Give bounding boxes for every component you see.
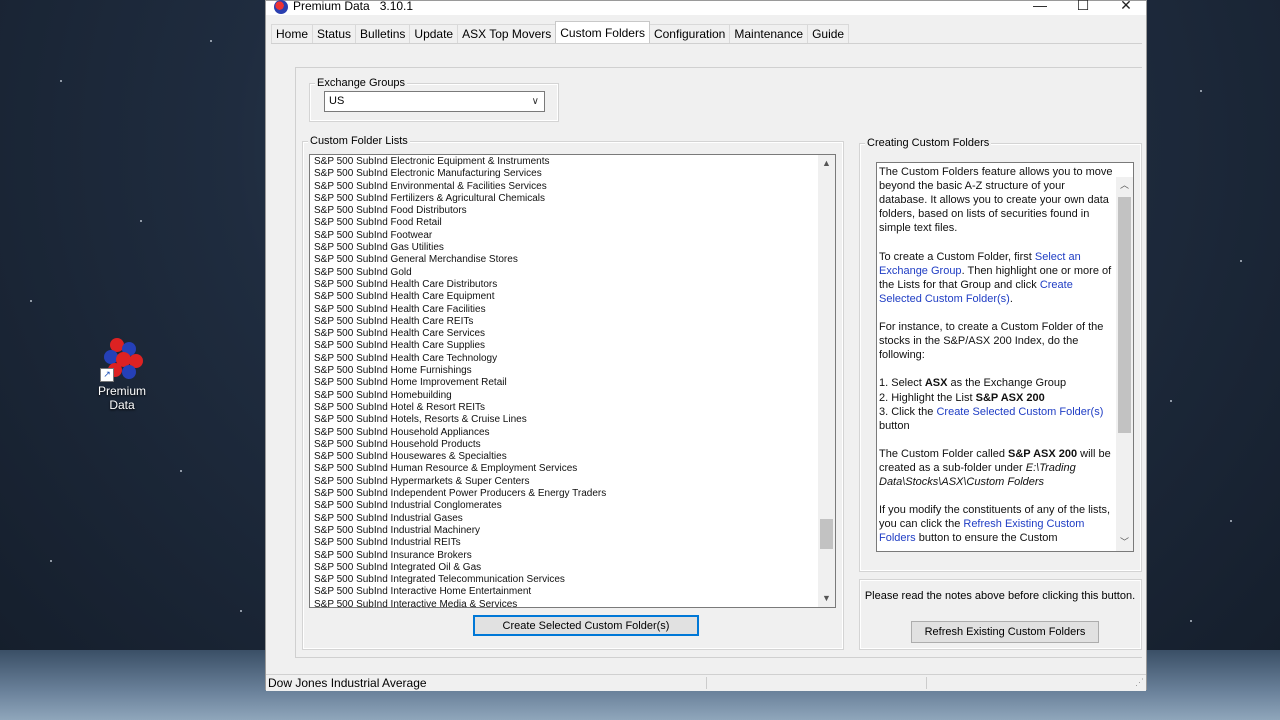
list-item[interactable]: S&P 500 SubInd Insurance Brokers bbox=[314, 550, 606, 562]
title-bar[interactable]: Premium Data 3.10.1 — ☐ ✕ bbox=[266, 0, 1148, 15]
tab-status[interactable]: Status bbox=[312, 24, 357, 43]
refresh-existing-custom-folders-button[interactable]: Refresh Existing Custom Folders bbox=[911, 621, 1099, 643]
refresh-hint-text: Please read the notes above before click… bbox=[864, 590, 1136, 602]
create-selected-custom-folders-button[interactable]: Create Selected Custom Folder(s) bbox=[473, 615, 699, 636]
list-item[interactable]: S&P 500 SubInd Food Distributors bbox=[314, 205, 606, 217]
list-item[interactable]: S&P 500 SubInd Health Care Services bbox=[314, 328, 606, 340]
content-divider bbox=[295, 67, 296, 657]
list-item[interactable]: S&P 500 SubInd Hypermarkets & Super Cent… bbox=[314, 476, 606, 488]
notes-scroll-thumb[interactable] bbox=[1118, 197, 1131, 433]
scroll-down-icon[interactable]: ▼ bbox=[818, 590, 835, 607]
custom-folder-lists-legend: Custom Folder Lists bbox=[308, 135, 410, 147]
scroll-down-icon[interactable]: ﹀ bbox=[1116, 534, 1133, 551]
maximize-icon[interactable]: ☐ bbox=[1061, 0, 1105, 14]
content-divider bbox=[295, 657, 1142, 658]
list-item[interactable]: S&P 500 SubInd Industrial Gases bbox=[314, 513, 606, 525]
list-item[interactable]: S&P 500 SubInd Health Care Technology bbox=[314, 353, 606, 365]
list-item[interactable]: S&P 500 SubInd Gas Utilities bbox=[314, 242, 606, 254]
create-selected-custom-folders-link[interactable]: Create Selected Custom Folder(s) bbox=[936, 406, 1103, 418]
minimize-icon[interactable]: — bbox=[1018, 0, 1062, 13]
notes-steps: 1. Select ASX as the Exchange Group 2. H… bbox=[879, 377, 1104, 432]
shortcut-arrow-icon: ↗ bbox=[100, 368, 114, 382]
tab-configuration[interactable]: Configuration bbox=[648, 24, 731, 43]
list-item[interactable]: S&P 500 SubInd Health Care Distributors bbox=[314, 279, 606, 291]
list-item[interactable]: S&P 500 SubInd Health Care REITs bbox=[314, 316, 606, 328]
list-item[interactable]: S&P 500 SubInd Industrial Machinery bbox=[314, 525, 606, 537]
list-item[interactable]: S&P 500 SubInd Homebuilding bbox=[314, 390, 606, 402]
tab-strip: Home Status Bulletins Update ASX Top Mov… bbox=[271, 21, 850, 43]
list-item[interactable]: S&P 500 SubInd Hotels, Resorts & Cruise … bbox=[314, 414, 606, 426]
list-item[interactable]: S&P 500 SubInd Footwear bbox=[314, 230, 606, 242]
desktop-shortcut-premium-data[interactable]: ↗ Premium Data bbox=[92, 334, 152, 412]
exchange-groups-legend: Exchange Groups bbox=[315, 77, 408, 89]
scroll-up-icon[interactable]: ▲ bbox=[818, 155, 835, 172]
chevron-down-icon[interactable]: ∨ bbox=[532, 92, 539, 111]
tab-custom-folders[interactable]: Custom Folders bbox=[555, 21, 650, 43]
list-item[interactable]: S&P 500 SubInd Electronic Equipment & In… bbox=[314, 156, 606, 168]
notes-scrollbar[interactable]: ︿ ﹀ bbox=[1116, 177, 1133, 551]
list-item[interactable]: S&P 500 SubInd Industrial REITs bbox=[314, 537, 606, 549]
list-item[interactable]: S&P 500 SubInd Industrial Conglomerates bbox=[314, 500, 606, 512]
status-bar: Dow Jones Industrial Average ⋰ bbox=[266, 674, 1146, 691]
status-separator bbox=[926, 677, 927, 689]
list-item[interactable]: S&P 500 SubInd Housewares & Specialties bbox=[314, 451, 606, 463]
list-item[interactable]: S&P 500 SubInd Human Resource & Employme… bbox=[314, 463, 606, 475]
list-item[interactable]: S&P 500 SubInd Food Retail bbox=[314, 217, 606, 229]
tab-asx-top-movers[interactable]: ASX Top Movers bbox=[457, 24, 557, 43]
exchange-group-value: US bbox=[329, 95, 345, 107]
tab-guide[interactable]: Guide bbox=[807, 24, 850, 43]
notes-paragraph: If you modify the constituents of any of… bbox=[879, 504, 1111, 545]
list-item[interactable]: S&P 500 SubInd Hotel & Resort REITs bbox=[314, 402, 606, 414]
status-separator bbox=[706, 677, 707, 689]
list-item[interactable]: S&P 500 SubInd Household Products bbox=[314, 439, 606, 451]
status-text: Dow Jones Industrial Average bbox=[268, 676, 427, 690]
custom-folder-list: S&P 500 SubInd Electronic Equipment & In… bbox=[314, 156, 606, 607]
list-item[interactable]: S&P 500 SubInd Interactive Home Entertai… bbox=[314, 586, 606, 598]
content-divider bbox=[295, 67, 1142, 68]
exchange-group-select[interactable]: US ∨ bbox=[324, 91, 545, 112]
notes-paragraph: For instance, to create a Custom Folder … bbox=[879, 321, 1104, 362]
list-item[interactable]: S&P 500 SubInd Health Care Supplies bbox=[314, 340, 606, 352]
list-item[interactable]: S&P 500 SubInd Fertilizers & Agricultura… bbox=[314, 193, 606, 205]
notes-text: The Custom Folders feature allows you to… bbox=[879, 165, 1116, 551]
list-item[interactable]: S&P 500 SubInd Health Care Facilities bbox=[314, 304, 606, 316]
notes-paragraph: The Custom Folder called S&P ASX 200 wil… bbox=[879, 447, 1111, 489]
tab-maintenance[interactable]: Maintenance bbox=[729, 24, 809, 43]
list-scrollbar[interactable]: ▲ ▼ bbox=[818, 155, 835, 607]
window-title: Premium Data 3.10.1 bbox=[293, 0, 414, 13]
list-item[interactable]: S&P 500 SubInd Interactive Media & Servi… bbox=[314, 599, 606, 607]
list-item[interactable]: S&P 500 SubInd Household Appliances bbox=[314, 427, 606, 439]
scroll-up-icon[interactable]: ︿ bbox=[1116, 177, 1133, 194]
list-scroll-thumb[interactable] bbox=[820, 519, 833, 549]
list-item[interactable]: S&P 500 SubInd Independent Power Produce… bbox=[314, 488, 606, 500]
list-item[interactable]: S&P 500 SubInd Integrated Oil & Gas bbox=[314, 562, 606, 574]
list-item[interactable]: S&P 500 SubInd Health Care Equipment bbox=[314, 291, 606, 303]
list-item[interactable]: S&P 500 SubInd Electronic Manufacturing … bbox=[314, 168, 606, 180]
list-item[interactable]: S&P 500 SubInd General Merchandise Store… bbox=[314, 254, 606, 266]
list-item[interactable]: S&P 500 SubInd Gold bbox=[314, 267, 606, 279]
notes-paragraph: The Custom Folders feature allows you to… bbox=[879, 166, 1113, 235]
app-icon bbox=[274, 0, 288, 14]
tab-home[interactable]: Home bbox=[271, 24, 314, 43]
tab-bulletins[interactable]: Bulletins bbox=[355, 24, 411, 43]
list-item[interactable]: S&P 500 SubInd Integrated Telecommunicat… bbox=[314, 574, 606, 586]
close-icon[interactable]: ✕ bbox=[1104, 0, 1148, 14]
list-item[interactable]: S&P 500 SubInd Home Improvement Retail bbox=[314, 377, 606, 389]
list-item[interactable]: S&P 500 SubInd Home Furnishings bbox=[314, 365, 606, 377]
desktop-shortcut-label: Premium Data bbox=[97, 384, 146, 412]
creating-custom-folders-legend: Creating Custom Folders bbox=[865, 137, 992, 149]
resize-grip-icon[interactable]: ⋰ bbox=[1135, 674, 1144, 690]
notes-paragraph: To create a Custom Folder, first Select … bbox=[879, 250, 1112, 305]
custom-folder-listbox[interactable]: S&P 500 SubInd Electronic Equipment & In… bbox=[309, 154, 836, 608]
tab-update[interactable]: Update bbox=[409, 24, 459, 43]
list-item[interactable]: S&P 500 SubInd Environmental & Facilitie… bbox=[314, 181, 606, 193]
custom-folders-notes[interactable]: The Custom Folders feature allows you to… bbox=[876, 162, 1134, 552]
premium-data-app-icon: ↗ bbox=[98, 334, 146, 382]
